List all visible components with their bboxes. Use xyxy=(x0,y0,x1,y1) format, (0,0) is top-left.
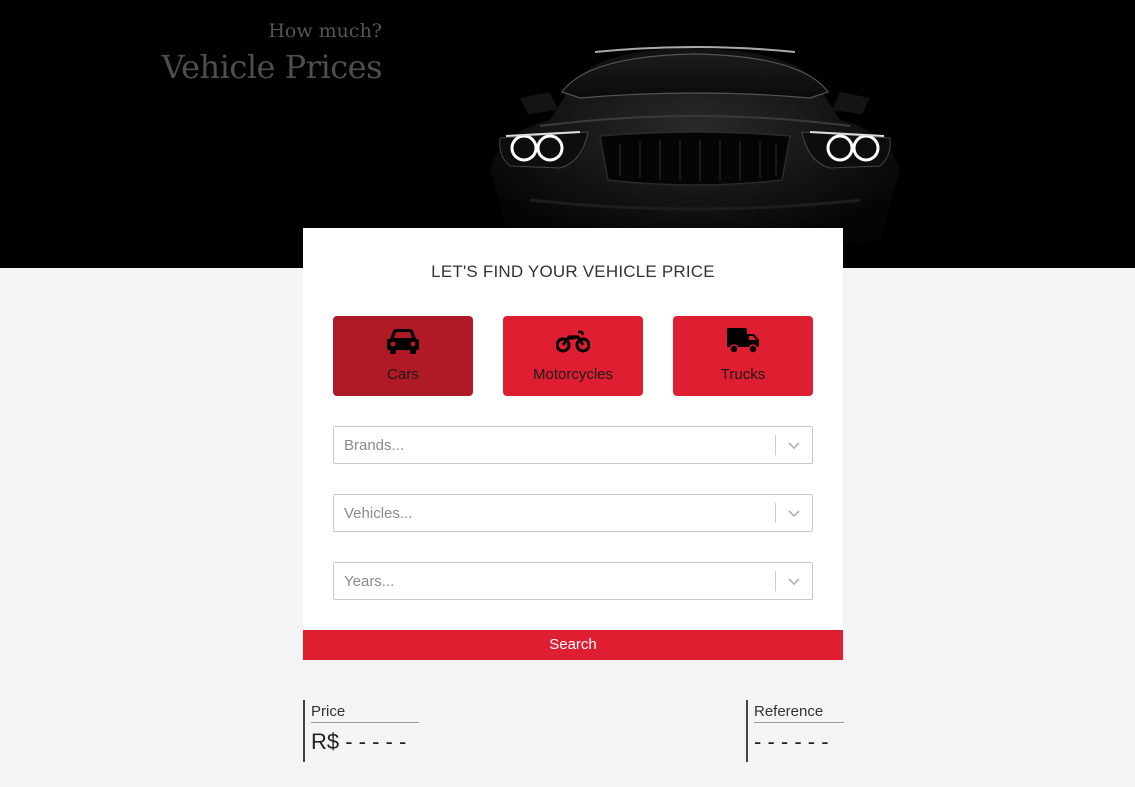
price-result: Price R$ - - - - - xyxy=(303,700,419,762)
chevron-down-icon[interactable] xyxy=(786,437,802,453)
years-placeholder: Years... xyxy=(344,573,395,590)
truck-icon xyxy=(727,328,759,354)
reference-label: Reference xyxy=(754,700,844,723)
reference-value: - - - - - - xyxy=(754,729,829,754)
trucks-button[interactable]: Trucks xyxy=(673,316,813,396)
price-finder-card: LET'S FIND YOUR VEHICLE PRICE Cars Motor… xyxy=(303,228,843,660)
finder-title: LET'S FIND YOUR VEHICLE PRICE xyxy=(431,262,715,281)
brands-placeholder: Brands... xyxy=(344,437,405,454)
search-button[interactable]: Search xyxy=(303,630,843,660)
price-value: R$ - - - - - xyxy=(311,729,407,754)
motorcycle-icon xyxy=(556,330,590,353)
reference-result: Reference - - - - - - xyxy=(746,700,844,762)
brands-select[interactable]: Brands... xyxy=(333,426,813,464)
price-label: Price xyxy=(311,700,419,723)
chevron-down-icon[interactable] xyxy=(786,505,802,521)
years-select[interactable]: Years... xyxy=(333,562,813,600)
trucks-label: Trucks xyxy=(720,366,766,383)
vehicles-select[interactable]: Vehicles... xyxy=(333,494,813,532)
select-separator xyxy=(775,435,776,455)
motorcycles-button[interactable]: Motorcycles xyxy=(503,316,643,396)
vehicles-placeholder: Vehicles... xyxy=(344,505,413,522)
hero-title: Vehicle Prices xyxy=(161,48,382,86)
chevron-down-icon[interactable] xyxy=(786,573,802,589)
motorcycles-label: Motorcycles xyxy=(532,366,614,383)
cars-button[interactable]: Cars xyxy=(333,316,473,396)
car-icon xyxy=(387,329,419,354)
cars-label: Cars xyxy=(387,366,419,383)
hero-subtitle: How much? xyxy=(268,20,382,42)
select-separator xyxy=(775,503,776,523)
select-separator xyxy=(775,571,776,591)
